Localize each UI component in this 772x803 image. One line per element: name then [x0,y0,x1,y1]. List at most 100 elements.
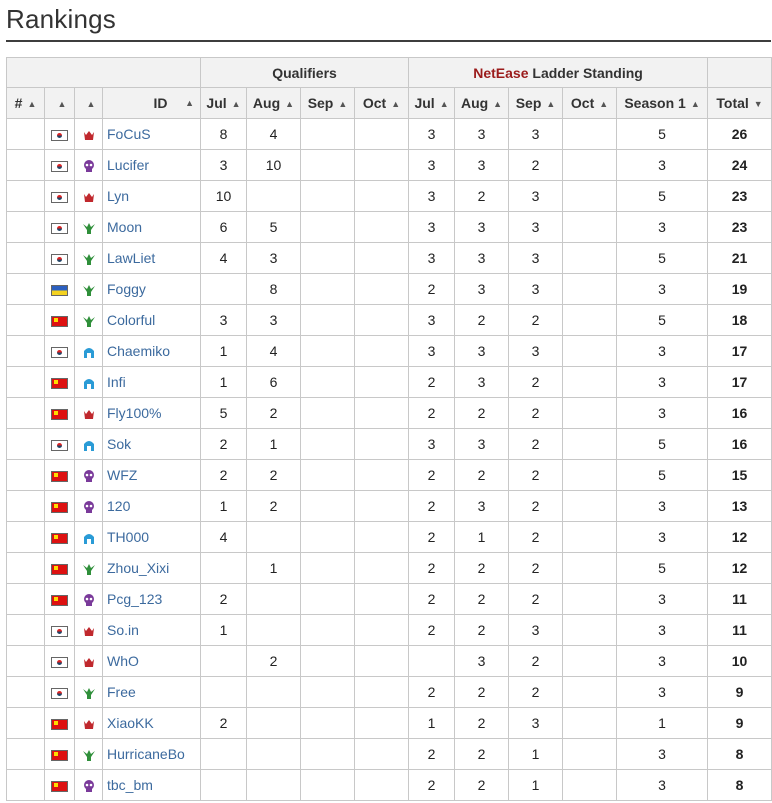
qualifier-points: 2 [246,459,301,491]
col-l-oct-header[interactable]: Oct ▲︎ [562,87,618,119]
qualifier-points [353,707,410,739]
flag-korea-icon [51,656,68,668]
player-id-link[interactable]: XiaoKK [102,707,201,739]
player-id-link[interactable]: Lyn [102,180,201,212]
col-total-header[interactable]: Total ▼︎ [707,87,772,119]
ladder-points [562,242,618,274]
table-row: XiaoKK 2 1 2 3 1 9 [6,707,772,739]
player-id-link[interactable]: TH000 [102,521,201,553]
player-id-link[interactable]: Colorful [102,304,201,336]
sort-icon: ▲︎ [27,99,37,109]
ladder-points: 2 [408,738,456,770]
qualifier-points: 2 [246,490,301,522]
qualifier-points [300,583,355,615]
rank-cell [6,614,45,646]
race-cell [74,149,103,181]
player-id-link[interactable]: WhO [102,645,201,677]
player-id-link[interactable]: Chaemiko [102,335,201,367]
qualifier-points [246,614,301,646]
col-flag-header[interactable]: ▲︎ [44,87,75,119]
ladder-points [562,490,618,522]
ladder-points: 2 [508,304,564,336]
ladder-points: 1 [508,738,564,770]
col-q-oct-label: Oct [362,95,387,111]
qualifier-points [246,521,301,553]
col-l-sep-header[interactable]: Sep ▲︎ [508,87,564,119]
player-id-link[interactable]: Zhou_Xixi [102,552,201,584]
rank-cell [6,459,45,491]
rank-cell [6,118,45,150]
flag-korea-icon [51,439,68,451]
player-id-link[interactable]: FoCuS [102,118,201,150]
player-id-link[interactable]: Free [102,676,201,708]
col-id-header[interactable]: ID ▲︎ [102,87,201,119]
header-column-row: # ▲︎ ▲︎ ▲︎ ID ▲︎ Jul ▲︎ Aug ▲︎ Sep ▲︎ Oct ▲︎ J… [6,87,772,119]
flag-cell [44,335,75,367]
flag-cell [44,614,75,646]
player-id-link[interactable]: 120 [102,490,201,522]
col-q-oct-header[interactable]: Oct ▲︎ [353,87,410,119]
qualifier-points: 1 [200,335,247,367]
player-id-link[interactable]: Pcg_123 [102,583,201,615]
undead-race-icon [82,157,96,173]
table-row: Infi 1 6 2 3 2 3 17 [6,366,772,398]
player-id-link[interactable]: Fly100% [102,397,201,429]
player-id-link[interactable]: WFZ [102,459,201,491]
qualifier-points [353,304,410,336]
ladder-points: 3 [508,242,564,274]
race-cell [74,521,103,553]
ladder-points [562,738,618,770]
total-points: 11 [707,583,772,615]
col-q-sep-header[interactable]: Sep ▲︎ [300,87,355,119]
ladder-points: 2 [408,459,456,491]
flag-korea-icon [51,346,68,358]
ladder-points: 2 [508,521,564,553]
col-race-header[interactable]: ▲︎ [74,87,103,119]
qualifier-points [353,397,410,429]
qualifier-points: 3 [200,149,247,181]
col-l-jul-header[interactable]: Jul ▲︎ [408,87,456,119]
qualifier-points: 6 [246,366,301,398]
flag-cell [44,490,75,522]
ladder-points: 2 [454,180,510,212]
qualifier-points [246,769,301,801]
player-id-link[interactable]: Foggy [102,273,201,305]
player-id-link[interactable]: Sok [102,428,201,460]
total-points: 26 [707,118,772,150]
player-id-link[interactable]: tbc_bm [102,769,201,801]
qualifier-points [300,738,355,770]
ladder-points: 2 [454,583,510,615]
qualifier-points: 4 [246,118,301,150]
player-id-link[interactable]: Infi [102,366,201,398]
total-points: 16 [707,397,772,429]
human-race-icon [82,405,96,421]
qualifier-points: 1 [200,366,247,398]
col-l-aug-label: Aug [460,95,489,111]
race-cell [74,366,103,398]
qualifier-points [300,769,355,801]
col-q-jul-header[interactable]: Jul ▲︎ [200,87,247,119]
player-id-link[interactable]: LawLiet [102,242,201,274]
ladder-points: 2 [408,366,456,398]
ladder-points: 3 [508,273,564,305]
ladder-points: 3 [508,707,564,739]
qualifier-points [300,335,355,367]
ladder-points: 2 [508,583,564,615]
flag-china-icon [51,377,68,389]
player-id-link[interactable]: HurricaneBo [102,738,201,770]
col-season-header[interactable]: Season 1 ▲︎ [616,87,709,119]
col-l-aug-header[interactable]: Aug ▲︎ [454,87,510,119]
total-points: 8 [707,769,772,801]
table-row: Lyn 10 3 2 3 5 23 [6,180,772,212]
col-q-aug-header[interactable]: Aug ▲︎ [246,87,301,119]
total-points: 21 [707,242,772,274]
table-row: Pcg_123 2 2 2 2 3 11 [6,583,772,615]
sort-icon: ▲︎ [231,99,241,109]
player-id-link[interactable]: So.in [102,614,201,646]
col-rank-header[interactable]: # ▲︎ [6,87,45,119]
page-title: Rankings [6,4,116,34]
header-group-total-blank [707,57,772,88]
player-id-link[interactable]: Moon [102,211,201,243]
season-points: 3 [616,335,709,367]
player-id-link[interactable]: Lucifer [102,149,201,181]
